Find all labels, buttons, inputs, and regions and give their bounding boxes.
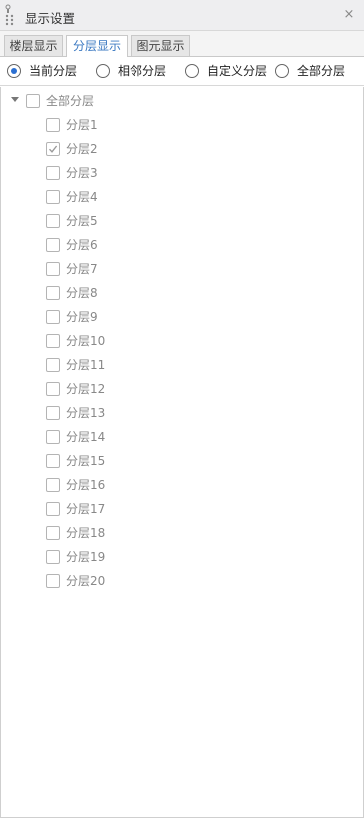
checkbox[interactable] xyxy=(46,478,60,492)
layer-scope-radio-group: 当前分层 相邻分层 自定义分层 全部分层 xyxy=(0,57,364,86)
tree-layer-label: 分层13 xyxy=(66,406,106,420)
checkbox[interactable] xyxy=(46,526,60,540)
checkbox[interactable] xyxy=(46,406,60,420)
radio-button[interactable] xyxy=(275,64,289,78)
tree-layer-label: 分层4 xyxy=(66,190,98,204)
checkbox[interactable] xyxy=(46,118,60,132)
checkbox[interactable] xyxy=(46,262,60,276)
checkbox[interactable] xyxy=(46,286,60,300)
tree-layer-label: 分层19 xyxy=(66,550,106,564)
tree-layer-label: 分层6 xyxy=(66,238,98,252)
checkbox[interactable] xyxy=(46,166,60,180)
radio-label: 相邻分层 xyxy=(118,64,167,78)
tree-layer-label: 分层2 xyxy=(66,142,98,156)
check-mark-icon xyxy=(48,145,58,153)
checkbox[interactable] xyxy=(26,94,40,108)
radio-button[interactable] xyxy=(185,64,199,78)
display-settings-panel: 显示设置 × 楼层显示 分层显示 图元显示 当前分层 相邻分层 自定义分层 全部… xyxy=(0,0,364,818)
radio-label: 全部分层 xyxy=(297,64,346,78)
tree-layer-label: 分层12 xyxy=(66,382,106,396)
close-icon[interactable]: × xyxy=(343,6,355,24)
checkbox[interactable] xyxy=(46,190,60,204)
tree-layer-label: 分层17 xyxy=(66,502,106,516)
tree-layer-label: 分层15 xyxy=(66,454,106,468)
tree-layer-label: 分层10 xyxy=(66,334,106,348)
checkbox[interactable] xyxy=(46,142,60,156)
tree-layer-label: 分层7 xyxy=(66,262,98,276)
checkbox[interactable] xyxy=(46,310,60,324)
tab-element-display[interactable]: 图元显示 xyxy=(131,35,190,57)
radio-label: 自定义分层 xyxy=(207,64,268,78)
tree-layer-label: 分层1 xyxy=(66,118,98,132)
tree-layer-label: 分层18 xyxy=(66,526,106,540)
tree-layer-label: 分层14 xyxy=(66,430,106,444)
checkbox[interactable] xyxy=(46,358,60,372)
checkbox[interactable] xyxy=(46,382,60,396)
checkbox[interactable] xyxy=(46,454,60,468)
tab-layer-display[interactable]: 分层显示 xyxy=(66,35,128,58)
tab-bar: 楼层显示 分层显示 图元显示 xyxy=(0,31,364,58)
tree-layer-label: 分层5 xyxy=(66,214,98,228)
tree-layer-label: 分层8 xyxy=(66,286,98,300)
checkbox[interactable] xyxy=(46,214,60,228)
checkbox[interactable] xyxy=(46,502,60,516)
tab-floor-display[interactable]: 楼层显示 xyxy=(4,35,63,57)
checkbox[interactable] xyxy=(46,238,60,252)
drag-grip-icon[interactable] xyxy=(4,3,16,29)
tree-layer-label: 分层9 xyxy=(66,310,98,324)
checkbox[interactable] xyxy=(46,334,60,348)
checkbox[interactable] xyxy=(46,574,60,588)
layer-tree: 全部分层 分层1 分层2 分层3 分层4 分层5 分层6 分层7 分层8 分层9 分层10 分层11… xyxy=(0,87,364,818)
tree-root-label: 全部分层 xyxy=(46,94,95,108)
panel-titlebar[interactable]: 显示设置 × xyxy=(0,0,364,31)
checkbox[interactable] xyxy=(46,550,60,564)
expand-caret-icon[interactable] xyxy=(11,97,19,102)
tree-layer-label: 分层16 xyxy=(66,478,106,492)
checkbox[interactable] xyxy=(46,430,60,444)
tree-layer-label: 分层11 xyxy=(66,358,106,372)
radio-button[interactable] xyxy=(7,64,21,78)
radio-button[interactable] xyxy=(96,64,110,78)
tree-layer-label: 分层3 xyxy=(66,166,98,180)
tree-layer-label: 分层20 xyxy=(66,574,106,588)
panel-title: 显示设置 xyxy=(25,11,76,26)
radio-label: 当前分层 xyxy=(29,64,78,78)
